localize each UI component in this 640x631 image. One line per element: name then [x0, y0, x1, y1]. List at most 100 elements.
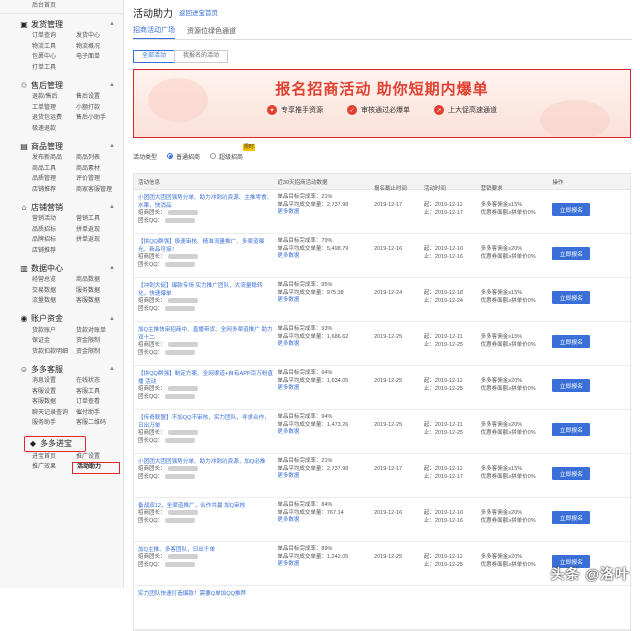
sidebar-item[interactable]: 保证金 [32, 336, 76, 347]
sidebar-item[interactable]: 交易数据 [32, 286, 76, 297]
sidebar-item[interactable]: 推广设置 [76, 452, 120, 463]
activity-title-link[interactable]: 【传奇联盟】不加QQ不审核，实力团队，寻求合作，日出万单 [138, 414, 273, 430]
sidebar-item[interactable]: 商品工具 [32, 164, 76, 175]
sidebar-item[interactable]: 售后设置 [76, 92, 120, 103]
sidebar-item[interactable]: 服务助手 [32, 418, 76, 429]
sidebar-section-header[interactable]: ⌂ 店铺营销 ▲ [0, 200, 123, 214]
sidebar-item[interactable]: 经营总览 [32, 275, 76, 286]
sidebar-item[interactable]: 货款对账单 [76, 326, 120, 337]
signup-button[interactable]: 立即报名 [552, 335, 591, 348]
sidebar-item[interactable]: 退款/售后 [32, 92, 76, 103]
sidebar-item[interactable]: 商品素材 [76, 164, 120, 175]
sidebar-item[interactable]: 消息设置 [32, 376, 76, 387]
sidebar-item[interactable]: 电子面单 [76, 52, 120, 63]
more-data-link[interactable]: 更多数据 [277, 209, 370, 217]
sidebar-item[interactable]: 物流工具 [32, 42, 76, 53]
sidebar-item[interactable]: 打单工具 [32, 63, 76, 74]
sidebar-item[interactable]: 服务数据 [76, 286, 120, 297]
sidebar-item[interactable]: 店铺推荐 [32, 185, 76, 196]
sidebar-item[interactable]: 售后小助手 [76, 113, 120, 124]
sidebar-item[interactable]: 在线状态 [76, 376, 120, 387]
sidebar-section-header[interactable]: ♲ 售后管理 ▲ [0, 78, 123, 92]
radio-circle[interactable] [210, 153, 217, 159]
signup-button[interactable]: 立即报名 [552, 467, 591, 480]
sidebar-item[interactable]: 客服工具 [76, 387, 120, 398]
sidebar-item[interactable]: 客服设置 [32, 387, 76, 398]
back-link[interactable]: 返回进宝首页 [179, 7, 218, 17]
sidebar-item[interactable]: 退货包运费 [32, 113, 76, 124]
sidebar-item[interactable]: 聊天记录查询 [32, 408, 76, 419]
sidebar-section-header[interactable]: ◉ 账户资金 ▲ [0, 312, 123, 326]
activity-title-link[interactable]: 【拼QQ群强】制定方案、全网渠道+自有APP百万粉直播 活动 [138, 370, 273, 386]
signup-button[interactable]: 立即报名 [552, 511, 591, 524]
sidebar-home-link[interactable]: 后台首页 [0, 0, 123, 14]
sidebar-item[interactable]: 客服数据 [32, 397, 76, 408]
sidebar-item[interactable]: 品质招标 [32, 225, 76, 236]
sidebar-item[interactable]: 客服数据 [76, 296, 120, 307]
signup-button[interactable]: 立即报名 [552, 247, 591, 260]
sidebar-item[interactable]: 评价管理 [76, 174, 120, 185]
signup-button[interactable]: 立即报名 [552, 203, 591, 216]
activity-title-link[interactable]: 加Q主推快审招商中、直播带货、全网多渠道推广 助力双十二 [138, 326, 273, 342]
activity-title-link[interactable]: 【冲刺大促】爆款专场 实力推广团队，大流量稳转化，快速爆单 [138, 282, 273, 298]
sidebar-item[interactable]: 商家客服管理 [76, 185, 120, 196]
sidebar-item[interactable]: 进宝首页 [32, 452, 76, 463]
sidebar-item[interactable]: 货款账户 [32, 326, 76, 337]
radio-circle[interactable] [167, 153, 174, 159]
activity-title-link[interactable]: 小团团大团团强势分单、助力冲刺坑资源、主推零食、水果、快消品 [138, 194, 273, 210]
sidebar-section-header[interactable]: ▣ 发货管理 ▲ [0, 17, 123, 31]
sidebar-item[interactable]: 催付助手 [76, 408, 120, 419]
more-data-link[interactable]: 更多数据 [277, 253, 370, 261]
radio-normal[interactable]: 普通招商 [167, 152, 200, 161]
tab-green-channel[interactable]: 资源位绿色通道 [187, 26, 236, 39]
sidebar-item[interactable]: 品牌招标 [32, 235, 76, 246]
sidebar-item[interactable]: 拼单返现 [76, 225, 120, 236]
subtab-all-activities[interactable]: 全部活动 [133, 50, 176, 63]
sidebar-item[interactable]: 订单查看 [76, 397, 120, 408]
sidebar-item[interactable]: 推广效果 [32, 462, 76, 473]
sidebar-item[interactable]: 客服二维码 [76, 418, 120, 429]
sidebar-item[interactable]: 商品数据 [76, 275, 120, 286]
signup-button[interactable]: 立即报名 [552, 423, 591, 436]
more-data-link[interactable]: 更多数据 [277, 297, 370, 305]
sidebar-item[interactable]: 营销工具 [76, 214, 120, 225]
sidebar-item[interactable]: 包裹中心 [32, 52, 76, 63]
tab-activity-square[interactable]: 招商活动广场 [133, 25, 175, 39]
sidebar-item[interactable]: 营销活动 [32, 214, 76, 225]
sidebar-section-header-highlighted[interactable]: ◆ 多多进宝 [24, 435, 86, 452]
sidebar-item[interactable]: 店铺推荐 [32, 246, 76, 257]
sidebar-item[interactable]: 发货中心 [76, 31, 120, 42]
sidebar-item[interactable]: 物流概况 [76, 42, 120, 53]
sidebar-item[interactable]: 商品列表 [76, 153, 120, 164]
sidebar-item[interactable]: 货款扣款明细 [32, 347, 76, 358]
sidebar-item[interactable]: 品质管理 [32, 174, 76, 185]
more-data-link[interactable]: 更多数据 [277, 517, 370, 525]
subtab-my-activities[interactable]: 我报名的活动 [174, 50, 229, 63]
sidebar-item[interactable]: 流量数据 [32, 296, 76, 307]
sidebar-section-header[interactable]: ▤ 商品管理 ▲ [0, 139, 123, 153]
signup-button[interactable]: 立即报名 [552, 379, 591, 392]
sidebar-item[interactable]: 小额打款 [76, 103, 120, 114]
sidebar-section-header[interactable]: ☺ 多多客服 ▲ [0, 362, 123, 376]
activity-title-link[interactable]: 加Q主推、多客团队，日出千单 [138, 546, 273, 554]
more-data-link[interactable]: 更多数据 [277, 473, 370, 481]
activity-title-link[interactable]: 实力团队快速打造爆款！需要Q单加QQ推荐 [138, 590, 273, 598]
activity-title-link[interactable]: 小团团大团团强势分单、助力冲刺坑资源，加Q必推 [138, 458, 273, 466]
sidebar-item-active[interactable]: 活动助力 [72, 462, 120, 474]
activity-title-link[interactable]: 【拼QQ群强】极速审核、精准流量推广、多渠道曝光、新品可接！ [138, 238, 273, 254]
radio-super[interactable]: 超级招商 限时 [210, 143, 256, 161]
sidebar-item[interactable]: 拼单返现 [76, 235, 120, 246]
activity-title-link[interactable]: 备战双12，全渠道推广，合作共赢 加Q审核 [138, 502, 273, 510]
sidebar-item[interactable]: 订单查询 [32, 31, 76, 42]
more-data-link[interactable]: 更多数据 [277, 385, 370, 393]
more-data-link[interactable]: 更多数据 [277, 561, 370, 569]
more-data-link[interactable]: 更多数据 [277, 429, 370, 437]
sidebar-item[interactable]: 资金限制 [76, 336, 120, 347]
more-data-link[interactable]: 更多数据 [277, 341, 370, 349]
sidebar-item[interactable]: 极速退款 [32, 124, 76, 135]
sidebar-item[interactable]: 资金限制 [76, 347, 120, 358]
sidebar-item[interactable]: 发布新商品 [32, 153, 76, 164]
sidebar-item[interactable]: 工单管理 [32, 103, 76, 114]
signup-button[interactable]: 立即报名 [552, 291, 591, 304]
sidebar-section-header[interactable]: ▥ 数据中心 ▲ [0, 261, 123, 275]
